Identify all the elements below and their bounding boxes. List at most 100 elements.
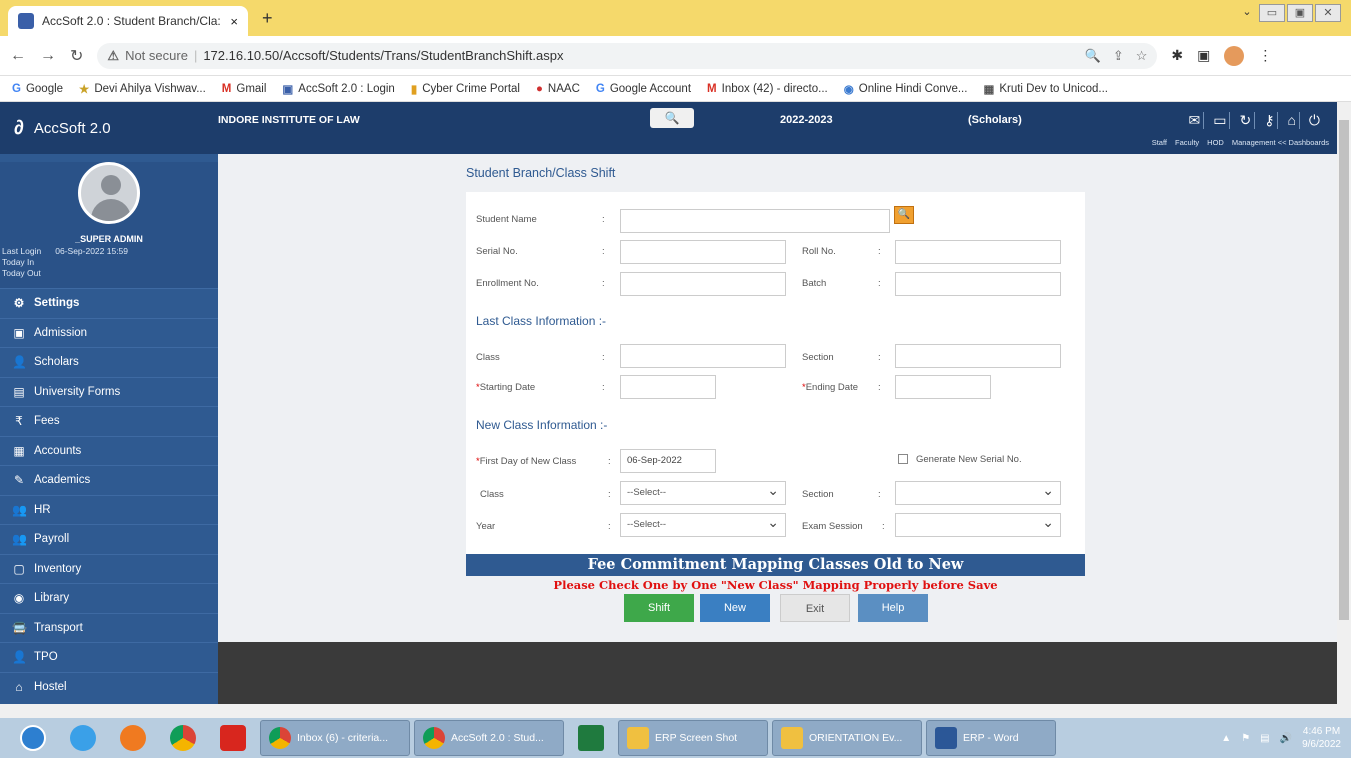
scrollbar-thumb[interactable] [1339, 120, 1349, 620]
url-text[interactable]: 172.16.10.50/Accsoft/Students/Trans/Stud… [203, 48, 563, 63]
sidebar-item-payroll[interactable]: 👥 Payroll [0, 524, 218, 554]
ending-date-label: Ending Date [802, 382, 858, 393]
back-arrow-icon[interactable]: ← [10, 47, 26, 65]
generate-serial-checkbox[interactable] [898, 454, 908, 464]
sidebar-item-admission[interactable]: ▣ Admission [0, 317, 218, 348]
sidebar-item-hostel[interactable]: ⌂ Hostel [0, 671, 218, 702]
speaker-icon[interactable]: 🔊 [1280, 733, 1292, 744]
starting-date-input[interactable] [620, 375, 716, 399]
bookmark-kruti-dev[interactable]: ▦ Kruti Dev to Unicod... [983, 82, 1108, 96]
brand[interactable]: ∂ AccSoft 2.0 [0, 102, 218, 154]
sidebar-item-academics[interactable]: ✎ Academics [0, 465, 218, 495]
extensions-puzzle-icon[interactable]: ✱ [1171, 47, 1183, 64]
shift-button[interactable]: Shift [624, 594, 694, 622]
refresh-icon[interactable]: ↻ [1236, 112, 1256, 129]
link-faculty[interactable]: Faculty [1175, 138, 1199, 147]
bookmark-naac[interactable]: ● NAAC [536, 83, 580, 95]
acrobat-icon[interactable] [210, 720, 256, 756]
header-search-icon[interactable]: 🔍 [650, 108, 694, 128]
taskbar-window-orientation[interactable]: ORIENTATION Ev... [772, 720, 922, 756]
help-button[interactable]: Help [858, 594, 928, 622]
power-icon[interactable]: ⏻ [1306, 112, 1323, 129]
batch-input[interactable] [895, 272, 1061, 296]
flag-icon[interactable]: ⚑ [1241, 733, 1250, 744]
zoom-icon[interactable]: 🔍 [1085, 48, 1101, 64]
taskbar-window-inbox[interactable]: Inbox (6) - criteria... [260, 720, 410, 756]
home-icon[interactable]: ⌂ [1284, 112, 1300, 129]
last-section-input[interactable] [895, 344, 1061, 368]
warning-triangle-icon[interactable]: ⚠ [107, 48, 119, 64]
link-staff[interactable]: Staff [1152, 138, 1167, 147]
horizontal-scrollbar[interactable] [0, 704, 1351, 718]
link-hod[interactable]: HOD [1207, 138, 1224, 147]
bookmark-star-icon[interactable]: ☆ [1136, 48, 1148, 64]
year-select[interactable]: --Select-- [620, 513, 786, 537]
sidebar-item-library[interactable]: ◉ Library [0, 583, 218, 613]
minimize-button[interactable]: ▭ [1259, 4, 1285, 22]
profile-avatar-icon[interactable] [1224, 45, 1245, 66]
url-bar[interactable]: ⚠ Not secure | 172.16.10.50/Accsoft/Stud… [97, 42, 1158, 69]
browser-tab-bar: AccSoft 2.0 : Student Branch/Cla: × + ⌄ … [0, 0, 1351, 36]
link-management[interactable]: Management << Dashboards [1232, 138, 1329, 147]
tab-close-icon[interactable]: × [230, 14, 238, 29]
sidebar-item-fees[interactable]: ₹ Fees [0, 406, 218, 436]
new-tab-button[interactable]: + [262, 8, 273, 29]
key-icon[interactable]: ⚷ [1261, 112, 1279, 129]
bookmark-google-account[interactable]: G Google Account [596, 83, 691, 95]
avatar[interactable] [78, 162, 140, 224]
ie-icon[interactable] [60, 720, 106, 756]
close-window-button[interactable]: ✕ [1315, 4, 1341, 22]
vertical-scrollbar[interactable] [1337, 102, 1351, 704]
browser-menu-icon[interactable]: ⋮ [1258, 47, 1272, 64]
serial-no-input[interactable] [620, 240, 786, 264]
chrome-icon[interactable] [160, 720, 206, 756]
sidebar-item-inventory[interactable]: ▢ Inventory [0, 553, 218, 584]
firefox-icon[interactable] [110, 720, 156, 756]
sidebar-item-transport[interactable]: 🚍 Transport [0, 612, 218, 643]
sidebar-item-scholars[interactable]: 👤 Scholars [0, 347, 218, 377]
start-button[interactable] [10, 720, 56, 756]
bookmark-hindi-converter[interactable]: ◉ Online Hindi Conve... [844, 82, 968, 96]
side-panel-icon[interactable]: ▣ [1197, 47, 1210, 64]
sidebar-item-settings[interactable]: ⚙ Settings [0, 288, 218, 318]
sidebar-item-hr[interactable]: 👥 HR [0, 494, 218, 525]
bookmark-google[interactable]: G Google [12, 83, 63, 95]
share-icon[interactable]: ⇪ [1113, 48, 1124, 64]
sidebar-item-tpo[interactable]: 👤 TPO [0, 642, 218, 672]
chat-icon[interactable]: ▭ [1210, 112, 1231, 129]
exit-button[interactable]: Exit [780, 594, 850, 622]
excel-icon[interactable] [568, 720, 614, 756]
bookmark-accsoft-login[interactable]: ▣ AccSoft 2.0 : Login [282, 82, 394, 96]
taskbar-window-erp-screenshot[interactable]: ERP Screen Shot [618, 720, 768, 756]
tray-arrow-icon[interactable]: ▲ [1221, 733, 1231, 744]
student-name-input[interactable] [620, 209, 890, 233]
sidebar-item-university-forms[interactable]: ▤ University Forms [0, 376, 218, 407]
not-secure-label[interactable]: Not secure [125, 48, 188, 63]
browser-tab[interactable]: AccSoft 2.0 : Student Branch/Cla: × [8, 6, 248, 36]
taskbar-window-word[interactable]: ERP - Word [926, 720, 1056, 756]
tab-search-chevron-icon[interactable]: ⌄ [1237, 4, 1257, 22]
session-year[interactable]: 2022-2023 [780, 114, 833, 126]
bookmark-cyber-crime[interactable]: ▮ Cyber Crime Portal [411, 82, 520, 96]
bookmark-inbox[interactable]: M Inbox (42) - directo... [707, 83, 828, 95]
maximize-button[interactable]: ▣ [1287, 4, 1313, 22]
last-class-input[interactable] [620, 344, 786, 368]
forward-arrow-icon[interactable]: → [40, 47, 56, 65]
ending-date-input[interactable] [895, 375, 991, 399]
new-button[interactable]: New [700, 594, 770, 622]
taskbar-window-accsoft[interactable]: AccSoft 2.0 : Stud... [414, 720, 564, 756]
bookmark-gmail[interactable]: M Gmail [222, 83, 267, 95]
sidebar-item-accounts[interactable]: ▦ Accounts [0, 435, 218, 466]
reload-icon[interactable]: ↻ [70, 46, 83, 66]
mail-icon[interactable]: ✉ [1185, 112, 1205, 129]
bookmark-davv[interactable]: ★ Devi Ahilya Vishwav... [79, 82, 206, 96]
network-icon[interactable]: ▤ [1260, 733, 1269, 744]
exam-session-select[interactable] [895, 513, 1061, 537]
first-day-input[interactable]: 06-Sep-2022 [620, 449, 716, 473]
new-class-select[interactable]: --Select-- [620, 481, 786, 505]
new-section-select[interactable] [895, 481, 1061, 505]
clock[interactable]: 4:46 PM 9/6/2022 [1302, 725, 1341, 751]
enrollment-no-input[interactable] [620, 272, 786, 296]
roll-no-input[interactable] [895, 240, 1061, 264]
student-search-button[interactable]: 🔍 [894, 206, 914, 224]
